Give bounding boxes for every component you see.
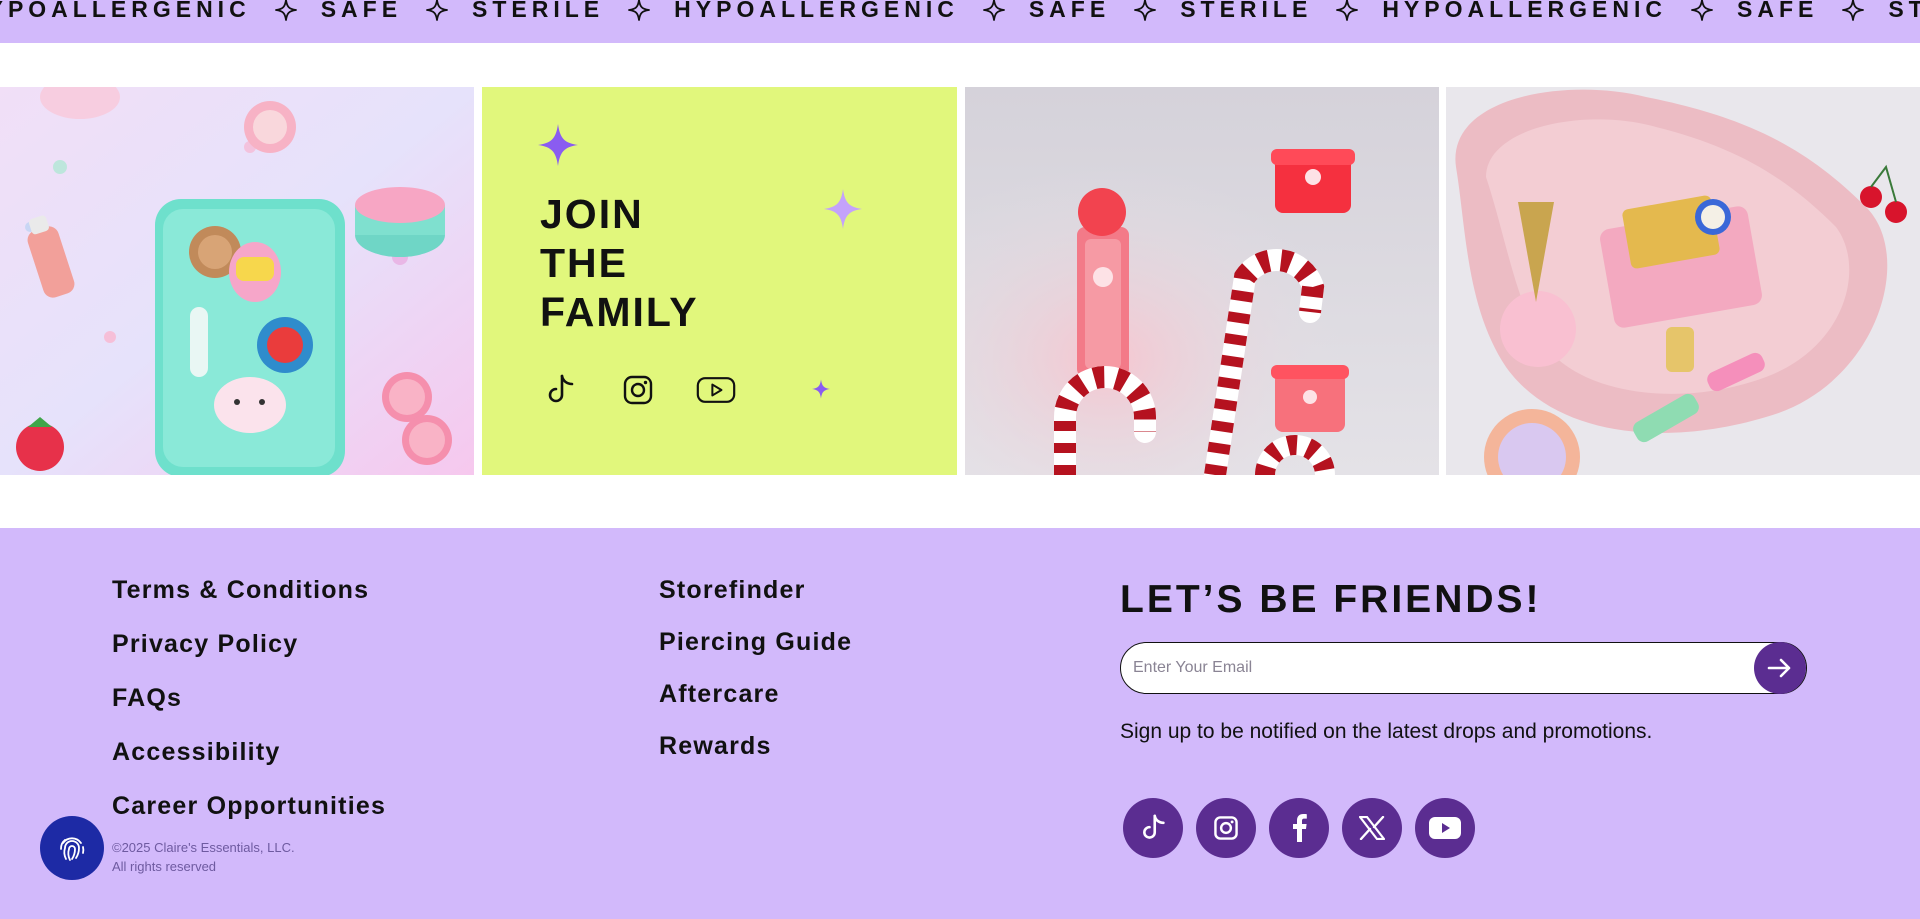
- email-field-wrapper: [1120, 642, 1807, 694]
- marquee-item: STERILE: [1888, 0, 1920, 22]
- mini-fridge-product-photo[interactable]: [0, 87, 474, 475]
- footer-link-terms[interactable]: Terms & Conditions: [112, 576, 386, 630]
- footer-link-accessibility[interactable]: Accessibility: [112, 738, 386, 792]
- youtube-button[interactable]: [1415, 798, 1475, 858]
- sparkle-outline-icon: [1842, 0, 1865, 21]
- footer-link-rewards[interactable]: Rewards: [659, 732, 852, 784]
- promo-tiles: JOIN THE FAMILY: [0, 87, 1920, 475]
- sparkle-outline-icon: [1691, 0, 1713, 21]
- sparkle-icon: [824, 189, 862, 229]
- footer-link-storefinder[interactable]: Storefinder: [659, 576, 852, 628]
- tiktok-icon[interactable]: [540, 372, 580, 408]
- join-social-links: [540, 372, 736, 408]
- join-title-line: FAMILY: [540, 289, 699, 335]
- marquee-track: HYPOALLERGENIC SAFE STERILE HYPOALLERGENIC S…: [0, 0, 1920, 23]
- join-the-family-tile: JOIN THE FAMILY: [482, 87, 957, 475]
- youtube-icon: [1429, 817, 1461, 839]
- accessibility-badge[interactable]: [40, 816, 104, 880]
- email-submit-button[interactable]: [1754, 642, 1806, 694]
- join-title: JOIN THE FAMILY: [540, 190, 699, 337]
- email-field[interactable]: [1133, 643, 1733, 692]
- fingerprint-icon: [60, 837, 85, 861]
- sparkle-icon: [812, 379, 830, 399]
- tiktok-icon: [1143, 814, 1165, 839]
- marquee-banner: HYPOALLERGENIC SAFE STERILE HYPOALLERGENIC S…: [0, 0, 1920, 43]
- tiktok-button[interactable]: [1123, 798, 1183, 858]
- copyright: ©2025 Claire's Essentials, LLC. All righ…: [112, 838, 295, 876]
- sparkle-outline-icon: [628, 0, 651, 21]
- sparkle-outline-icon: [1336, 0, 1359, 21]
- arrow-right-icon: [1767, 658, 1791, 678]
- newsletter-title: LET’S BE FRIENDS!: [1120, 578, 1542, 621]
- candy-cane-products-photo[interactable]: [965, 87, 1439, 475]
- instagram-button[interactable]: [1196, 798, 1256, 858]
- marquee-item: SAFE: [1737, 0, 1819, 22]
- x-button[interactable]: [1342, 798, 1402, 858]
- sparkle-outline-icon: [426, 0, 448, 21]
- marquee-item: HYPOALLERGENIC: [674, 0, 959, 22]
- marquee-item: HYPOALLERGENIC: [1382, 0, 1667, 22]
- marquee-item: STERILE: [1180, 0, 1313, 22]
- rights-line: All rights reserved: [112, 859, 217, 874]
- footer-link-faqs[interactable]: FAQs: [112, 684, 386, 738]
- x-icon: [1359, 816, 1385, 840]
- footer-links-legal: Terms & Conditions Privacy Policy FAQs A…: [112, 576, 386, 846]
- marquee-item: SAFE: [1028, 0, 1111, 22]
- newsletter-subtext: Sign up to be notified on the latest dro…: [1120, 720, 1653, 743]
- plush-bag-cosmetics-photo[interactable]: [1446, 87, 1920, 475]
- site-footer: Terms & Conditions Privacy Policy FAQs A…: [0, 528, 1920, 919]
- marquee-item: SAFE: [320, 0, 403, 22]
- facebook-icon: [1293, 814, 1307, 842]
- marquee-item: HYPOALLERGENIC: [0, 0, 251, 22]
- marquee-item: STERILE: [472, 0, 605, 22]
- sparkle-outline-icon: [274, 0, 297, 21]
- footer-link-privacy[interactable]: Privacy Policy: [112, 630, 386, 684]
- sparkle-outline-icon: [1134, 0, 1157, 21]
- instagram-icon: [1214, 816, 1238, 840]
- copyright-line: ©2025 Claire's Essentials, LLC.: [112, 840, 295, 855]
- footer-social-links: [1123, 798, 1475, 858]
- facebook-button[interactable]: [1269, 798, 1329, 858]
- footer-links-services: Storefinder Piercing Guide Aftercare Rew…: [659, 576, 852, 784]
- footer-link-piercing-guide[interactable]: Piercing Guide: [659, 628, 852, 680]
- footer-link-aftercare[interactable]: Aftercare: [659, 680, 852, 732]
- instagram-icon[interactable]: [618, 372, 658, 408]
- sparkle-outline-icon: [982, 0, 1005, 21]
- join-title-line: JOIN: [540, 191, 644, 237]
- join-title-line: THE: [540, 240, 628, 286]
- youtube-icon[interactable]: [696, 372, 736, 408]
- sparkle-icon: [538, 124, 578, 166]
